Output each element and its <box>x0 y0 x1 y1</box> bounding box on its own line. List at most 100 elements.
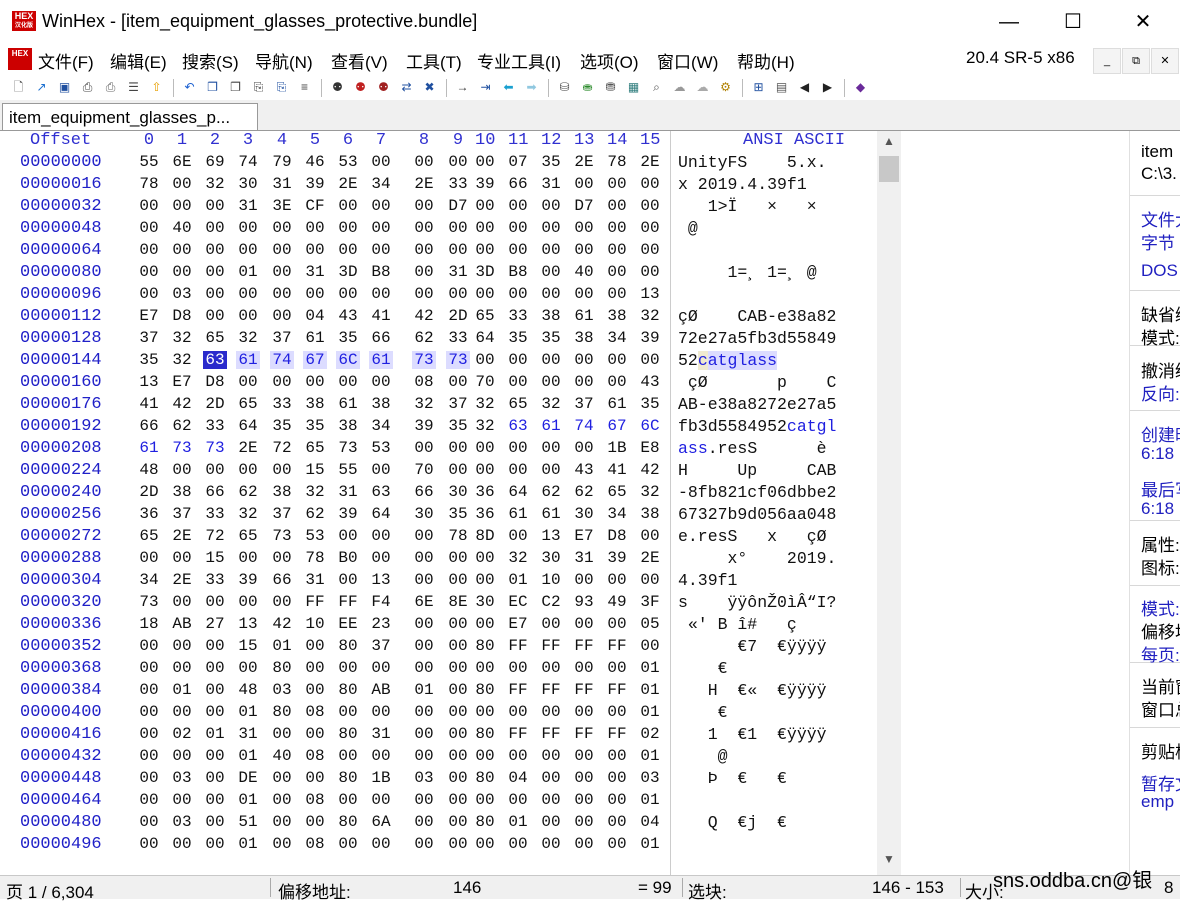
hex-byte[interactable]: 8D <box>473 527 497 545</box>
menu-specialist-tools[interactable]: 专业工具(I) <box>477 48 561 73</box>
hex-byte[interactable]: 00 <box>336 659 360 677</box>
hex-byte[interactable]: 00 <box>638 527 662 545</box>
ascii-text[interactable]: e.resS x çØ <box>678 527 827 546</box>
hex-byte[interactable]: 73 <box>336 439 360 457</box>
hex-byte[interactable]: 00 <box>270 219 294 237</box>
hex-byte[interactable]: 05 <box>638 615 662 633</box>
hex-byte[interactable]: 66 <box>137 417 161 435</box>
hex-byte[interactable]: 00 <box>170 549 194 567</box>
hex-byte[interactable]: 00 <box>369 659 393 677</box>
hex-byte[interactable]: 35 <box>539 329 563 347</box>
hex-byte[interactable]: 00 <box>236 659 260 677</box>
hex-byte[interactable]: 00 <box>203 747 227 765</box>
hex-byte[interactable]: 00 <box>506 285 530 303</box>
hex-byte[interactable]: 65 <box>605 483 629 501</box>
hex-byte[interactable]: 00 <box>539 769 563 787</box>
hex-byte[interactable]: 00 <box>539 813 563 831</box>
file-tab[interactable]: item_equipment_glasses_p... <box>2 103 258 130</box>
hex-byte[interactable]: 2E <box>638 549 662 567</box>
hex-byte[interactable]: 00 <box>303 659 327 677</box>
hex-byte[interactable]: 42 <box>412 307 436 325</box>
hex-byte[interactable]: 00 <box>473 835 497 853</box>
hex-row[interactable]: 00000032 00 00 00 31 3E CF 00 00 00 D7 00 00 00 D7 00 00… <box>0 196 877 218</box>
hex-byte[interactable]: 31 <box>539 175 563 193</box>
hex-byte[interactable]: FF <box>506 725 530 743</box>
book-icon[interactable]: ◆ <box>852 79 869 96</box>
hex-byte[interactable]: 00 <box>446 681 470 699</box>
hex-byte[interactable]: 33 <box>506 307 530 325</box>
forward-icon[interactable]: ➡ <box>523 79 540 96</box>
hex-byte[interactable]: 37 <box>270 505 294 523</box>
mdi-close-button[interactable]: ✕ <box>1151 48 1179 74</box>
hex-byte[interactable]: 00 <box>203 285 227 303</box>
scroll-down-icon[interactable]: ▼ <box>877 852 901 870</box>
hex-byte[interactable]: E7 <box>506 615 530 633</box>
hex-byte[interactable]: 55 <box>137 153 161 171</box>
hex-byte[interactable]: 80 <box>473 813 497 831</box>
hex-byte[interactable]: 00 <box>412 835 436 853</box>
hex-byte[interactable]: 00 <box>605 769 629 787</box>
hex-byte[interactable]: 00 <box>203 769 227 787</box>
hex-byte[interactable]: 00 <box>236 219 260 237</box>
hex-byte[interactable]: 31 <box>303 263 327 281</box>
hex-byte[interactable]: 00 <box>638 637 662 655</box>
hex-byte[interactable]: 80 <box>336 725 360 743</box>
hex-byte[interactable]: 42 <box>170 395 194 413</box>
hex-byte[interactable]: 00 <box>369 747 393 765</box>
hex-byte[interactable]: 67 <box>303 351 327 369</box>
hex-byte[interactable]: 00 <box>369 703 393 721</box>
hex-byte[interactable]: 08 <box>303 791 327 809</box>
ascii-text[interactable]: Þ € € <box>678 769 787 788</box>
hex-byte[interactable]: 00 <box>572 747 596 765</box>
hex-byte[interactable]: 00 <box>336 285 360 303</box>
hex-byte[interactable]: 00 <box>473 571 497 589</box>
hex-byte[interactable]: 00 <box>170 791 194 809</box>
hex-row[interactable]: 00000240 2D 38 66 62 38 32 31 63 66 30 36 64 62 62 65 32… <box>0 482 877 504</box>
hex-editor-view[interactable]: Offset ANSI ASCII 0 1 2 3 4 5 6 7 8 9 10 11 12 13 14 15… <box>0 131 877 875</box>
replace-hex-icon[interactable]: ⇄ <box>398 79 415 96</box>
hex-byte[interactable]: 32 <box>170 351 194 369</box>
hex-byte[interactable]: 00 <box>336 197 360 215</box>
hex-byte[interactable]: 00 <box>303 725 327 743</box>
hex-byte[interactable]: 61 <box>605 395 629 413</box>
hex-byte[interactable]: F4 <box>369 593 393 611</box>
hex-byte[interactable]: 00 <box>412 153 436 171</box>
hex-byte[interactable]: 00 <box>170 747 194 765</box>
hex-byte[interactable]: FF <box>572 725 596 743</box>
hex-byte[interactable]: 00 <box>369 461 393 479</box>
hex-byte[interactable]: 00 <box>412 549 436 567</box>
hex-byte[interactable]: 00 <box>270 769 294 787</box>
hex-byte[interactable]: 00 <box>303 813 327 831</box>
hex-byte[interactable]: 04 <box>638 813 662 831</box>
hex-byte[interactable]: 00 <box>236 307 260 325</box>
hex-byte[interactable]: 00 <box>137 835 161 853</box>
hex-row[interactable]: 00000352 00 00 00 15 01 00 80 37 00 00 80 FF FF FF FF 00… <box>0 636 877 658</box>
hex-byte[interactable]: 00 <box>137 263 161 281</box>
hex-byte[interactable]: 38 <box>369 395 393 413</box>
hex-byte[interactable]: 13 <box>369 571 393 589</box>
hex-byte[interactable]: 00 <box>203 813 227 831</box>
hex-row[interactable]: 00000176 41 42 2D 65 33 38 61 38 32 37 32 65 32 37 61 35… <box>0 394 877 416</box>
hex-byte[interactable]: 70 <box>412 461 436 479</box>
hex-byte[interactable]: 66 <box>412 483 436 501</box>
hex-byte[interactable]: 10 <box>539 571 563 589</box>
back-icon[interactable]: ⬅ <box>500 79 517 96</box>
hex-byte[interactable]: 08 <box>412 373 436 391</box>
hex-byte[interactable]: 39 <box>638 329 662 347</box>
hex-byte[interactable]: 00 <box>303 285 327 303</box>
hex-byte[interactable]: 00 <box>203 791 227 809</box>
hex-byte[interactable]: 00 <box>572 615 596 633</box>
hex-byte[interactable]: 65 <box>236 527 260 545</box>
hex-byte[interactable]: 31 <box>270 175 294 193</box>
hex-byte[interactable]: 00 <box>473 659 497 677</box>
hex-byte[interactable]: 00 <box>605 285 629 303</box>
hex-byte[interactable]: 00 <box>539 373 563 391</box>
ascii-text[interactable]: «' B î# ç <box>678 615 797 634</box>
hex-byte[interactable]: 32 <box>506 549 530 567</box>
hex-byte[interactable]: 36 <box>473 483 497 501</box>
hex-row[interactable]: 00000256 36 37 33 32 37 62 39 64 30 35 36 61 61 30 34 38… <box>0 504 877 526</box>
hex-byte[interactable]: 00 <box>572 219 596 237</box>
hex-byte[interactable]: 00 <box>236 285 260 303</box>
hex-byte[interactable]: 00 <box>203 703 227 721</box>
hex-byte[interactable]: 13 <box>638 285 662 303</box>
